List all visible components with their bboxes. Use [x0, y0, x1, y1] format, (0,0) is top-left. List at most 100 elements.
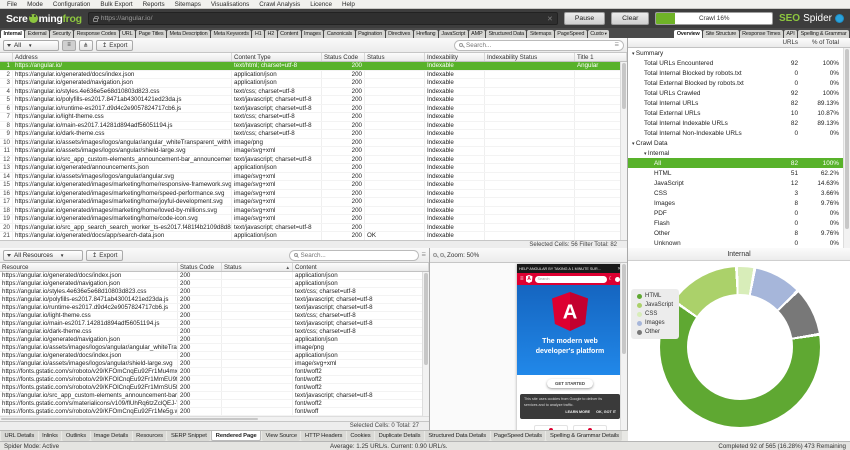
- column-status[interactable]: Status▲: [222, 263, 293, 271]
- url-input[interactable]: [101, 15, 544, 22]
- right-tab[interactable]: Site Structure: [703, 30, 739, 38]
- overview-col-pct[interactable]: % of Total: [798, 39, 842, 46]
- table-row[interactable]: https://fonts.gstatic.com/s/roboto/v29/K…: [0, 368, 429, 376]
- table-row[interactable]: 16 https://angular.io/generated/images/m…: [0, 190, 627, 199]
- column-indexability-status[interactable]: Indexability Status: [485, 53, 575, 61]
- right-tab[interactable]: Response Times: [740, 30, 783, 38]
- url-bar[interactable]: ✕: [88, 12, 558, 25]
- overview-row[interactable]: Total URLs Encountered 92 100%: [628, 58, 850, 68]
- search-options-icon[interactable]: ☰: [615, 42, 619, 48]
- main-tab[interactable]: Meta Keywords: [211, 30, 251, 38]
- bottom-tab[interactable]: Outlinks: [62, 431, 89, 441]
- overview-row[interactable]: Total Internal Non-Indexable URLs 0 0%: [628, 128, 850, 138]
- menu-item[interactable]: Bulk Export: [95, 1, 137, 8]
- column-status[interactable]: Status: [365, 53, 425, 61]
- table-row[interactable]: https://angular.io/generated/navigation.…: [0, 336, 429, 344]
- filter-dropdown[interactable]: All ▼: [3, 40, 59, 51]
- overview-row[interactable]: Total URLs Crawled 92 100%: [628, 88, 850, 98]
- overview-row[interactable]: Total Internal Indexable URLs 82 89.13%: [628, 118, 850, 128]
- right-tab[interactable]: Overview: [674, 30, 702, 38]
- table-row[interactable]: https://angular.io/light-theme.css 200 t…: [0, 312, 429, 320]
- table-row[interactable]: 3 https://angular.io/generated/navigatio…: [0, 79, 627, 88]
- table-row[interactable]: 17 https://angular.io/generated/images/m…: [0, 198, 627, 207]
- column-status-code[interactable]: Status Code: [322, 53, 365, 61]
- main-tab[interactable]: Security: [50, 30, 73, 38]
- table-row[interactable]: https://angular.io/main-es2017.14281d894…: [0, 320, 429, 328]
- right-tab[interactable]: Spelling & Grammar: [798, 30, 849, 38]
- table-row[interactable]: https://fonts.gstatic.com/s/roboto/v29/K…: [0, 408, 429, 416]
- bottom-tab[interactable]: Resources: [133, 431, 167, 441]
- zoom-out-icon[interactable]: [440, 253, 444, 257]
- main-tab[interactable]: Structured Data: [486, 30, 527, 38]
- overview-row[interactable]: Flash 0 0%: [628, 218, 850, 228]
- bottom-tab[interactable]: HTTP Headers: [301, 431, 345, 441]
- bottom-tab[interactable]: SERP Snippet: [167, 431, 210, 441]
- overview-row[interactable]: Other 8 9.76%: [628, 228, 850, 238]
- overview-row[interactable]: All 82 100%: [628, 158, 850, 168]
- scrollbar-thumb[interactable]: [845, 49, 849, 229]
- table-row[interactable]: https://fonts.gstatic.com/s/materialicon…: [0, 400, 429, 408]
- table-row[interactable]: 2 https://angular.io/generated/docs/inde…: [0, 71, 627, 80]
- overview-row[interactable]: JavaScript 12 14.63%: [628, 178, 850, 188]
- table-row[interactable]: 21 https://angular.io/generated/docs/app…: [0, 232, 627, 240]
- internal-scrollbar[interactable]: [620, 62, 627, 240]
- main-tab[interactable]: H1: [252, 30, 264, 38]
- main-tab[interactable]: Sitemaps: [527, 30, 553, 38]
- table-row[interactable]: 15 https://angular.io/generated/images/m…: [0, 181, 627, 190]
- table-row[interactable]: 20 https://angular.io/src_app_search_sea…: [0, 224, 627, 233]
- resources-options-icon[interactable]: ☰: [422, 252, 426, 258]
- menu-item[interactable]: Configuration: [48, 1, 95, 8]
- column-title-1[interactable]: Title 1: [575, 53, 627, 61]
- table-row[interactable]: https://angular.io/generated/docs/index.…: [0, 272, 429, 280]
- overview-row[interactable]: Images 8 9.76%: [628, 198, 850, 208]
- list-view-button[interactable]: ≡: [62, 40, 76, 51]
- overview-row[interactable]: Total External Blocked by robots.txt 0 0…: [628, 78, 850, 88]
- main-tab[interactable]: Canonicals: [324, 30, 354, 38]
- clear-button[interactable]: Clear: [611, 12, 649, 25]
- main-tab[interactable]: Internal: [1, 30, 24, 38]
- main-tab[interactable]: Meta Description: [167, 30, 210, 38]
- table-row[interactable]: 11 https://angular.io/assets/images/logo…: [0, 147, 627, 156]
- table-row[interactable]: https://angular.io/generated/docs/index.…: [0, 352, 429, 360]
- menu-item[interactable]: Visualisations: [206, 1, 254, 8]
- table-row[interactable]: https://fonts.gstatic.com/s/roboto/v29/K…: [0, 384, 429, 392]
- table-row[interactable]: https://angular.io/src_app_custom-elemen…: [0, 392, 429, 400]
- menu-item[interactable]: Licence: [305, 1, 337, 8]
- scrollbar-thumb[interactable]: [1, 418, 258, 420]
- table-row[interactable]: 18 https://angular.io/generated/images/m…: [0, 207, 627, 216]
- resources-scrollbar[interactable]: [422, 272, 429, 416]
- scrollbar-thumb[interactable]: [424, 273, 428, 365]
- table-row[interactable]: 5 https://angular.io/polyfills-es2017.84…: [0, 96, 627, 105]
- table-row[interactable]: https://angular.io/styles.4e636e5e68d108…: [0, 288, 429, 296]
- pause-button[interactable]: Pause: [564, 12, 605, 25]
- url-clear-icon[interactable]: ✕: [547, 15, 553, 23]
- resources-filter-dropdown[interactable]: All Resources ▼: [3, 250, 83, 261]
- column-indexability[interactable]: Indexability: [425, 53, 485, 61]
- main-tab[interactable]: Directives: [386, 30, 413, 38]
- table-row[interactable]: 13 https://angular.io/generated/announce…: [0, 164, 627, 173]
- search-box[interactable]: ☰: [454, 40, 624, 51]
- overview-row[interactable]: Total External URLs 10 10.87%: [628, 108, 850, 118]
- overview-row[interactable]: Summary: [628, 48, 850, 58]
- column-content[interactable]: Content: [293, 263, 429, 271]
- bottom-tab[interactable]: Image Details: [91, 431, 132, 441]
- menu-item[interactable]: Sitemaps: [170, 1, 206, 8]
- column-address[interactable]: Address: [13, 53, 232, 61]
- legend-item[interactable]: HTML: [637, 293, 673, 299]
- resources-export-button[interactable]: ↥ Export: [86, 250, 123, 261]
- legend-item[interactable]: CSS: [637, 311, 673, 317]
- right-tab[interactable]: API: [784, 30, 797, 38]
- table-row[interactable]: https://angular.io/dark-theme.css 200 te…: [0, 328, 429, 336]
- table-row[interactable]: 7 https://angular.io/light-theme.css tex…: [0, 113, 627, 122]
- menu-item[interactable]: File: [2, 1, 22, 8]
- column-content-type[interactable]: Content Type: [232, 53, 322, 61]
- main-tab[interactable]: AMP: [469, 30, 485, 38]
- overview-row[interactable]: Total Internal Blocked by robots.txt 0 0…: [628, 68, 850, 78]
- zoom-in-icon[interactable]: [433, 253, 437, 257]
- overview-scrollbar[interactable]: [843, 48, 850, 248]
- search-input[interactable]: [466, 42, 612, 49]
- table-row[interactable]: 9 https://angular.io/dark-theme.css text…: [0, 130, 627, 139]
- main-tab[interactable]: URL: [120, 30, 135, 38]
- table-row[interactable]: 12 https://angular.io/src_app_custom-ele…: [0, 156, 627, 165]
- main-tab[interactable]: H2: [265, 30, 277, 38]
